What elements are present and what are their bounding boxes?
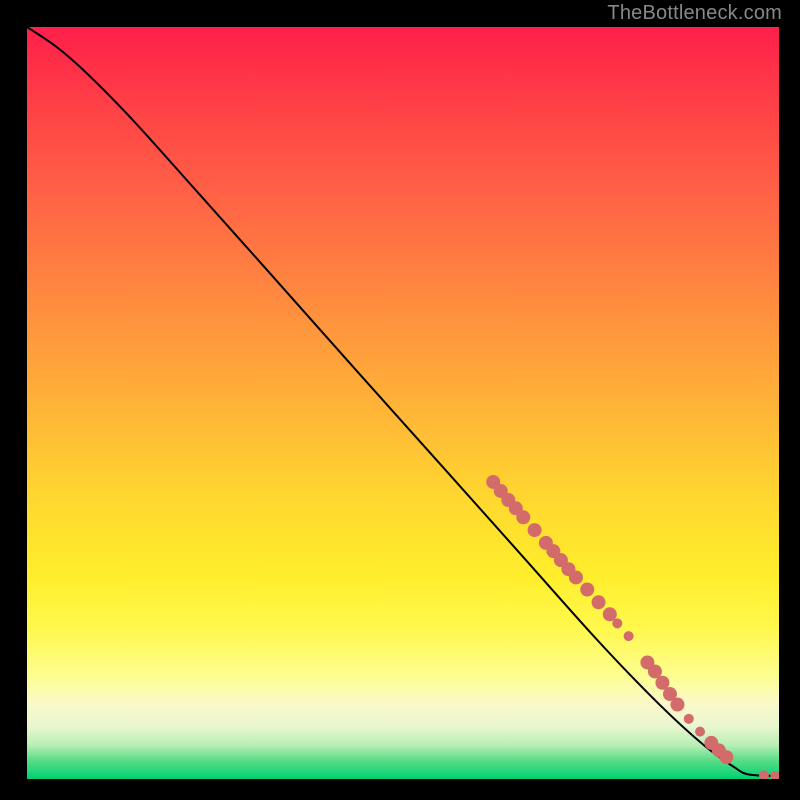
marker-group — [486, 475, 779, 779]
data-marker — [528, 523, 542, 537]
data-marker — [719, 750, 733, 764]
data-marker — [770, 771, 779, 779]
data-marker — [612, 618, 622, 628]
plot-area — [27, 27, 779, 779]
chart-stage: TheBottleneck.com — [0, 0, 800, 800]
data-marker — [592, 595, 606, 609]
data-marker — [670, 698, 684, 712]
trace-curve — [27, 27, 779, 776]
data-marker — [684, 714, 694, 724]
data-marker — [624, 631, 634, 641]
overlay-svg — [27, 27, 779, 779]
attribution-label: TheBottleneck.com — [607, 2, 782, 25]
data-marker — [695, 727, 705, 737]
data-marker — [569, 570, 583, 584]
data-marker — [516, 510, 530, 524]
data-marker — [580, 582, 594, 596]
data-marker — [759, 770, 769, 779]
